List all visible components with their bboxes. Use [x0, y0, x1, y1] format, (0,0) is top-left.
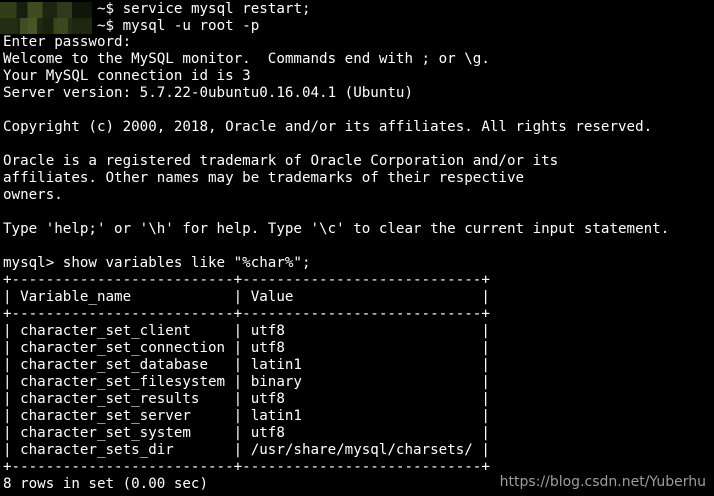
terminal-line: 8 rows in set (0.00 sec) [3, 476, 208, 492]
terminal-line: | character_set_database | latin1 | [3, 357, 490, 373]
terminal-line: | character_set_filesystem | binary | [3, 374, 490, 390]
terminal-line: | character_sets_dir | /usr/share/mysql/… [3, 442, 490, 458]
blurred-hostname-2 [0, 18, 92, 34]
terminal-line: Copyright (c) 2000, 2018, Oracle and/or … [3, 119, 653, 135]
terminal-line: | character_set_connection | utf8 | [3, 340, 490, 356]
terminal-line: owners. [3, 187, 63, 203]
terminal-line: +--------------------------+------------… [3, 306, 490, 322]
command-line-login: ~$ mysql -u root -p [97, 18, 260, 34]
terminal-line: +--------------------------+------------… [3, 272, 490, 288]
terminal-line: Type 'help;' or '\h' for help. Type '\c'… [3, 221, 670, 237]
terminal-line: mysql> show variables like "%char%"; [3, 255, 311, 271]
terminal-line: Welcome to the MySQL monitor. Commands e… [3, 51, 490, 67]
terminal-line: | Variable_name | Value | [3, 289, 490, 305]
terminal-line: Your MySQL connection id is 3 [3, 68, 251, 84]
terminal-line: | character_set_results | utf8 | [3, 391, 490, 407]
command-line-restart: ~$ service mysql restart; [97, 1, 311, 17]
terminal-line: Server version: 5.7.22-0ubuntu0.16.04.1 … [3, 85, 413, 101]
terminal-line: Oracle is a registered trademark of Orac… [3, 153, 559, 169]
terminal-line: | character_set_system | utf8 | [3, 425, 490, 441]
terminal-window[interactable]: ~$ service mysql restart; ~$ mysql -u ro… [0, 0, 714, 496]
terminal-line: | character_set_server | latin1 | [3, 408, 490, 424]
terminal-line: +--------------------------+------------… [3, 459, 490, 475]
terminal-line: Enter password: [3, 34, 132, 50]
terminal-line: | character_set_client | utf8 | [3, 323, 490, 339]
watermark: https://blog.csdn.net/Yuberhu [499, 474, 706, 490]
terminal-line: affiliates. Other names may be trademark… [3, 170, 525, 186]
